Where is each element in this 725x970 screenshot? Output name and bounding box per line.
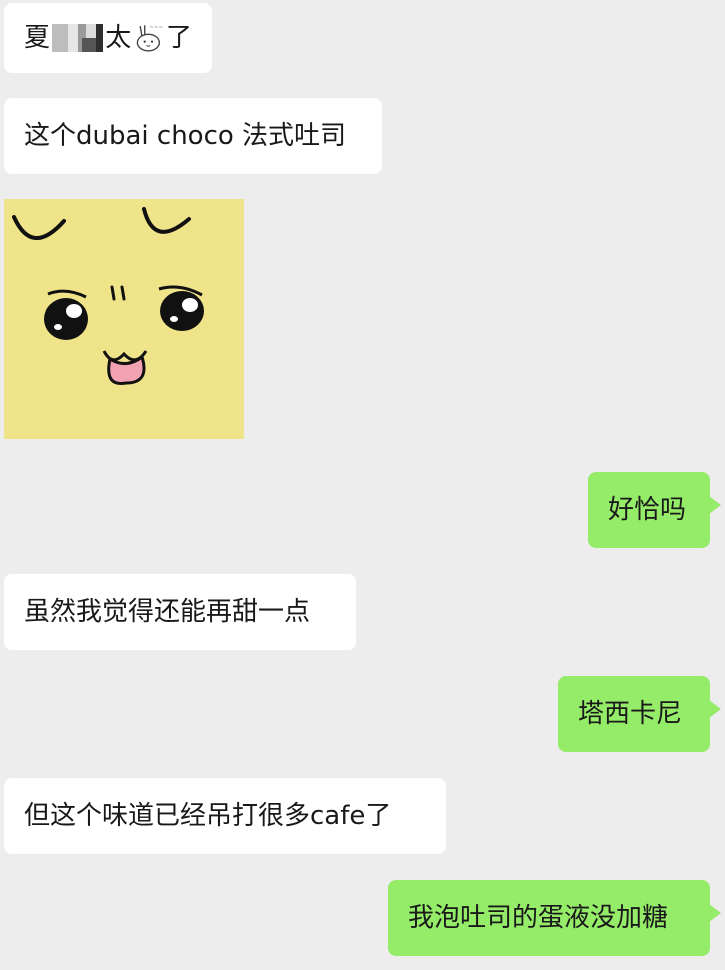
yellow-face-sticker[interactable] [4,199,244,439]
peace-bunny-sticker-icon: ~~~ [136,25,164,52]
message-text: 这个dubai choco 法式吐司 [24,121,347,151]
outgoing-message-bubble[interactable]: 我泡吐司的蛋液没加糖 [388,880,721,956]
incoming-message-bubble[interactable]: 虽然我觉得还能再甜一点 [4,574,356,650]
message-text: 好恰吗 [608,495,687,525]
happy-face-sticker-icon [4,199,244,439]
message-text: 虽然我觉得还能再甜一点 [24,597,311,627]
incoming-message-bubble[interactable]: 夏 太 ~~~ 了 [4,3,212,73]
redacted-name-mosaic [52,24,104,52]
message-text: 夏 [24,23,51,53]
message-text: 但这个味道已经吊打很多cafe了 [24,801,392,831]
message-text: 我泡吐司的蛋液没加糖 [408,903,669,933]
incoming-message-bubble[interactable]: 这个dubai choco 法式吐司 [4,98,382,174]
outgoing-message-bubble[interactable]: 塔西卡尼 [558,676,721,752]
message-text: 太 [105,23,132,53]
incoming-message-bubble[interactable]: 但这个味道已经吊打很多cafe了 [4,778,446,854]
svg-text:~~~: ~~~ [150,25,164,31]
message-text: 塔西卡尼 [578,699,683,729]
message-text: 了 [165,23,192,53]
outgoing-message-bubble[interactable]: 好恰吗 [588,472,721,548]
